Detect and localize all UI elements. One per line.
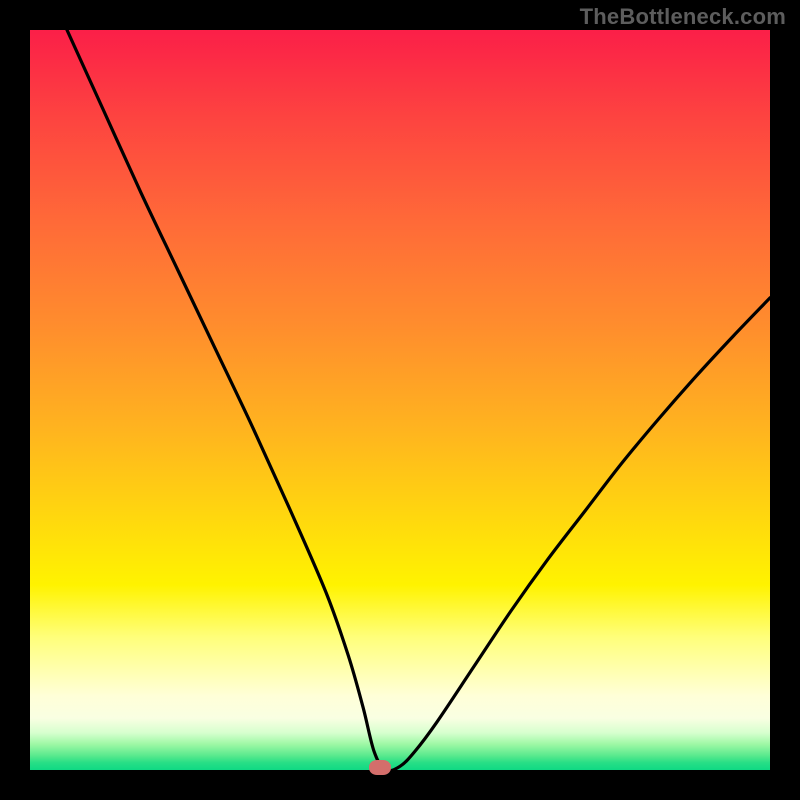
plot-area — [30, 30, 770, 770]
chart-frame: TheBottleneck.com — [0, 0, 800, 800]
optimal-point-marker — [369, 760, 391, 775]
watermark-text: TheBottleneck.com — [580, 4, 786, 30]
bottleneck-curve — [30, 30, 770, 770]
